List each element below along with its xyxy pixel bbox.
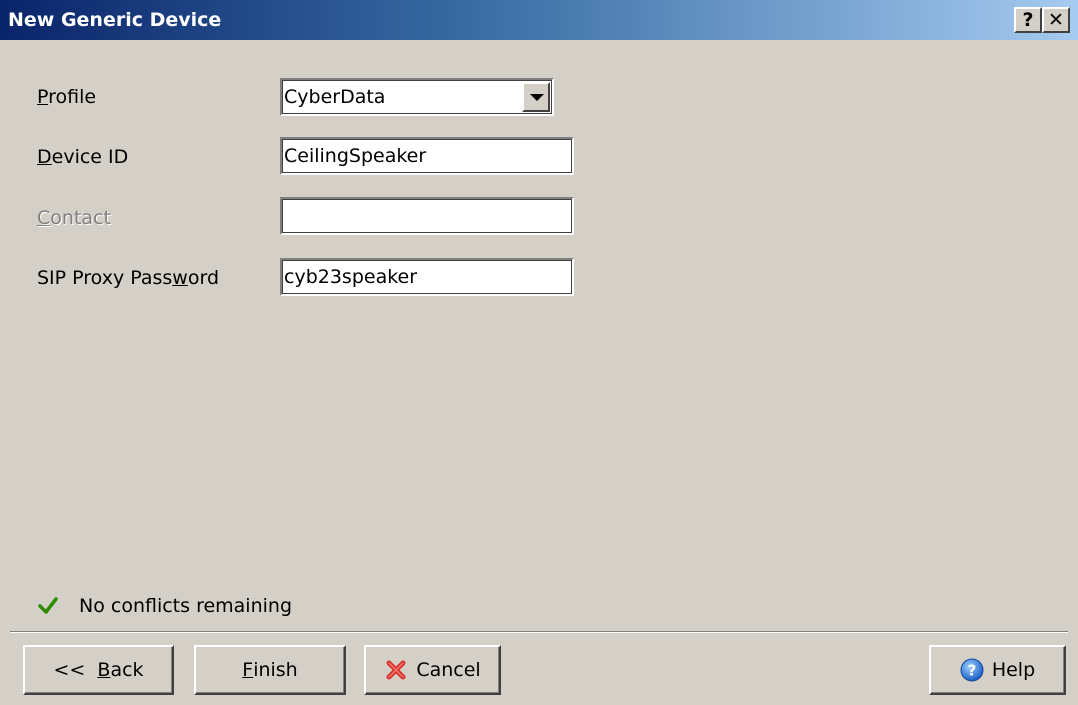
dialog-window: New Generic Device ? ✕ Profile CyberData… xyxy=(0,0,1078,705)
cancel-button[interactable]: Cancel xyxy=(364,645,501,695)
back-button-label: ack xyxy=(110,659,144,681)
sip-password-input[interactable]: cyb23speaker xyxy=(280,258,574,296)
cancel-button-label: Cancel xyxy=(416,659,481,681)
close-button[interactable]: ✕ xyxy=(1042,7,1070,33)
device-id-label: Device ID xyxy=(37,146,129,168)
divider xyxy=(10,631,1068,633)
title-bar[interactable]: New Generic Device ? ✕ xyxy=(0,0,1078,40)
profile-select[interactable]: CyberData xyxy=(280,78,554,116)
finish-button-label: inish xyxy=(253,659,298,681)
svg-text:?: ? xyxy=(967,662,976,680)
contact-input[interactable] xyxy=(280,197,574,235)
checkmark-icon xyxy=(38,597,58,614)
help-button[interactable]: ? Help xyxy=(929,645,1066,695)
device-id-input[interactable]: CeilingSpeaker xyxy=(280,137,574,175)
help-button-label: Help xyxy=(991,659,1036,681)
back-button-prefix: << xyxy=(53,659,98,681)
sip-password-label: SIP Proxy Password xyxy=(37,267,220,289)
help-circle-icon: ? xyxy=(960,658,984,682)
title-help-button[interactable]: ? xyxy=(1014,7,1042,33)
profile-label: Profile xyxy=(37,86,97,108)
profile-select-value: CyberData xyxy=(284,86,386,108)
contact-label: Contact xyxy=(37,207,111,229)
window-title: New Generic Device xyxy=(8,9,222,31)
finish-button[interactable]: Finish xyxy=(194,645,346,695)
status-text: No conflicts remaining xyxy=(79,595,293,617)
back-button[interactable]: << Back xyxy=(23,645,174,695)
chevron-down-icon[interactable] xyxy=(522,82,550,112)
finish-button-mnemonic: F xyxy=(242,659,254,681)
back-button-mnemonic: B xyxy=(97,659,111,681)
red-x-icon xyxy=(386,660,406,680)
